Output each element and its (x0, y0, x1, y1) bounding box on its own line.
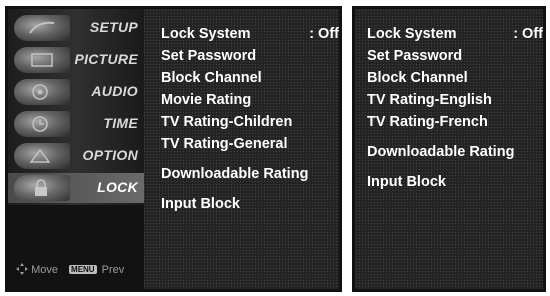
side-item-label: PICTURE (74, 51, 138, 67)
lock-menu-panel-left: SETUP PICTURE AUDIO TIME OPTION LOCK Mov… (5, 6, 342, 292)
lock-system-value: : Off (513, 26, 543, 42)
lock-system-value: : Off (309, 26, 339, 42)
menu-item-block-channel[interactable]: Block Channel (367, 67, 543, 89)
menu-item-lock-system[interactable]: Lock System : Off (367, 23, 543, 45)
help-bar: Move MENU Prev (16, 263, 146, 279)
menu-item-movie-rating[interactable]: Movie Rating (161, 89, 339, 111)
menu-item-tv-rating-english[interactable]: TV Rating-English (367, 89, 543, 111)
lock-menu-panel-right: Lock System : Off Set Password Block Chan… (352, 6, 546, 292)
side-item-label: OPTION (82, 147, 138, 163)
menu-item-tv-rating-french[interactable]: TV Rating-French (367, 111, 543, 133)
picture-icon (14, 47, 70, 73)
side-item-label: TIME (103, 115, 138, 131)
menu-item-input-block[interactable]: Input Block (161, 193, 339, 215)
menu-item-block-channel[interactable]: Block Channel (161, 67, 339, 89)
move-label: Move (31, 264, 58, 276)
menu-item-set-password[interactable]: Set Password (367, 45, 543, 67)
menu-item-set-password[interactable]: Set Password (161, 45, 339, 67)
menu-item-downloadable-rating[interactable]: Downloadable Rating (367, 141, 543, 163)
menu-item-lock-system[interactable]: Lock System : Off (161, 23, 339, 45)
side-item-time[interactable]: TIME (8, 109, 144, 139)
move-arrows-icon (16, 263, 28, 275)
side-item-label: AUDIO (91, 83, 138, 99)
time-icon (14, 111, 70, 137)
menu-item-downloadable-rating[interactable]: Downloadable Rating (161, 163, 339, 185)
lock-icon (14, 175, 70, 201)
side-item-picture[interactable]: PICTURE (8, 45, 144, 75)
side-item-label: LOCK (97, 179, 138, 195)
menu-key-icon: MENU (69, 265, 97, 274)
audio-icon (14, 79, 70, 105)
menu-item-tv-rating-children[interactable]: TV Rating-Children (161, 111, 339, 133)
lock-menu-list: Lock System : Off Set Password Block Chan… (161, 23, 339, 215)
lock-menu-list: Lock System : Off Set Password Block Chan… (367, 23, 543, 193)
prev-label: Prev (101, 264, 125, 276)
option-icon (14, 143, 70, 169)
side-menu: SETUP PICTURE AUDIO TIME OPTION LOCK Mov… (8, 9, 144, 289)
menu-item-label: Lock System (367, 26, 457, 42)
menu-item-tv-rating-general[interactable]: TV Rating-General (161, 133, 339, 155)
side-item-lock[interactable]: LOCK (8, 173, 144, 203)
menu-item-input-block[interactable]: Input Block (367, 171, 543, 193)
menu-item-label: Lock System (161, 26, 251, 42)
side-item-label: SETUP (89, 19, 138, 35)
side-item-option[interactable]: OPTION (8, 141, 144, 171)
side-item-setup[interactable]: SETUP (8, 13, 144, 43)
side-item-audio[interactable]: AUDIO (8, 77, 144, 107)
setup-icon (14, 15, 70, 41)
